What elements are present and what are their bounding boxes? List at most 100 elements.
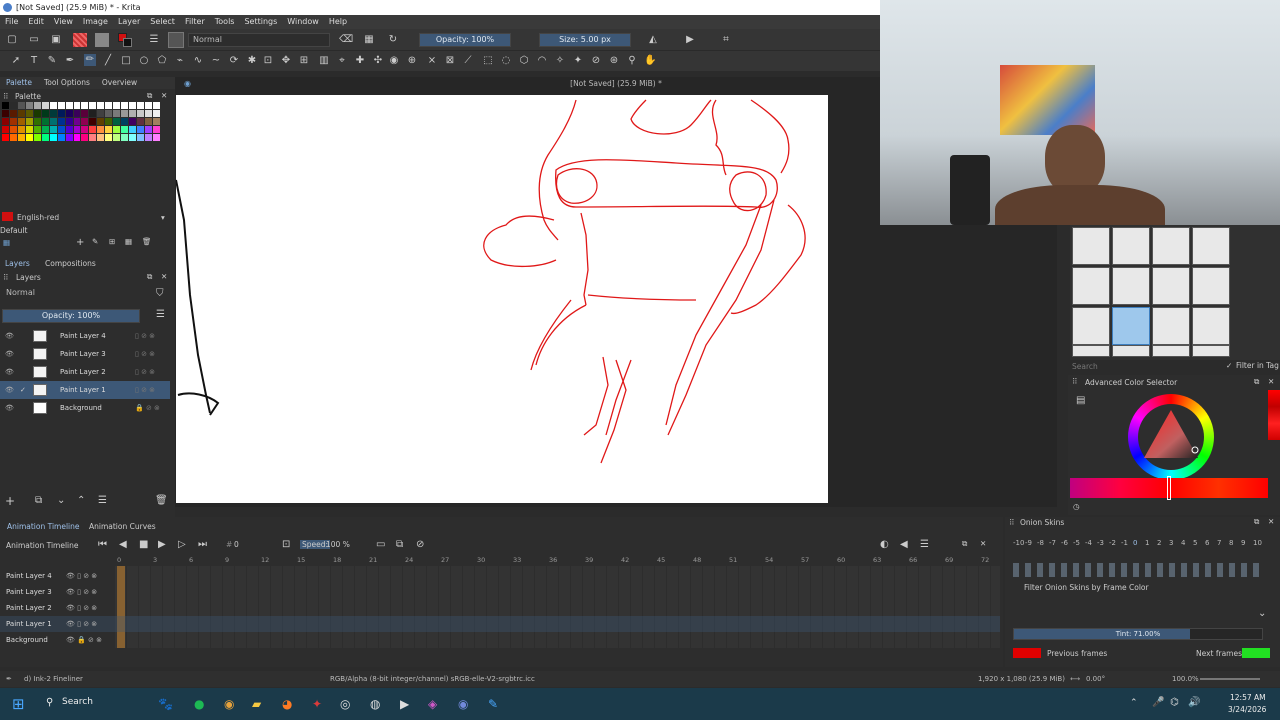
palette-swatch[interactable] [9, 102, 17, 109]
calligraphy-icon[interactable]: ✒ [64, 55, 76, 67]
palette-swatch[interactable] [105, 102, 113, 109]
line-tool-icon[interactable]: ╱ [102, 55, 114, 67]
palette-swatch[interactable] [137, 102, 145, 109]
frame-range-icon[interactable]: ⊡ [282, 539, 290, 550]
palette-swatch[interactable] [89, 126, 97, 133]
krita-taskbar-icon[interactable]: ◈ [428, 697, 437, 711]
menu-select[interactable]: Select [145, 15, 180, 29]
current-frame-field[interactable]: 0 [234, 540, 239, 549]
onion-frame-number[interactable]: 7 [1217, 539, 1221, 547]
brush-search-input[interactable]: Search [1072, 362, 1098, 371]
onion-frame-number[interactable]: 5 [1193, 539, 1197, 547]
palette-swatch[interactable] [57, 118, 65, 125]
tab-layers[interactable]: Layers [5, 259, 30, 268]
palette-swatch[interactable] [57, 134, 65, 141]
brush-preset-thumb[interactable] [1072, 227, 1110, 265]
palette-swatch[interactable] [25, 102, 33, 109]
menu-view[interactable]: View [49, 15, 78, 29]
layer-filter-icon[interactable]: ⛉ [156, 288, 164, 299]
taskbar-app-icon[interactable]: 🐾 [158, 697, 173, 711]
tab-tool-options[interactable]: Tool Options [38, 77, 96, 89]
palette-swatch[interactable] [17, 102, 25, 109]
onion-frame-number[interactable]: -6 [1061, 539, 1068, 547]
palette-swatch[interactable] [113, 110, 121, 117]
onion-frame-number[interactable]: 4 [1181, 539, 1185, 547]
menu-file[interactable]: File [0, 15, 23, 29]
color-selector-float-icon[interactable]: ⧉ [1254, 377, 1259, 387]
app-icon-blue[interactable]: ✎ [488, 697, 498, 711]
color-wheel[interactable] [1128, 394, 1214, 480]
taskbar-search-icon[interactable]: ⚲ [46, 697, 53, 708]
polygon-select-icon[interactable]: ⬡ [518, 55, 530, 67]
palette-swatch[interactable] [105, 126, 113, 133]
freehand-select-icon[interactable]: ◠ [536, 55, 548, 67]
auto-key-icon[interactable]: ⊘ [416, 539, 424, 550]
volume-icon[interactable]: ◀ [900, 539, 908, 550]
file-explorer-icon[interactable]: ▰ [252, 697, 261, 711]
layer-lock-icon[interactable]: ▯ ⊘ ⊗ [135, 327, 155, 345]
taskbar-search-label[interactable]: Search [62, 697, 93, 707]
edit-shapes-icon[interactable]: ✎ [46, 55, 58, 67]
bezier-select-icon[interactable]: ⊘ [590, 55, 602, 67]
layer-lock-icon[interactable]: ▯ ⊘ ⊗ [135, 363, 155, 381]
palette-swatch[interactable] [65, 102, 73, 109]
preserve-alpha-icon[interactable]: ▦ [363, 34, 375, 46]
layer-opacity-slider[interactable]: Opacity: 100% [2, 309, 140, 323]
zoom-tool-icon[interactable]: ⚲ [626, 55, 638, 67]
onion-frame-number[interactable]: -8 [1037, 539, 1044, 547]
palette-swatch[interactable] [81, 134, 89, 141]
visibility-eye-icon[interactable]: 👁 [5, 399, 14, 417]
mirror-horizontal-icon[interactable]: ◭ [647, 34, 659, 46]
menu-image[interactable]: Image [78, 15, 113, 29]
menu-layer[interactable]: Layer [113, 15, 145, 29]
palette-grid-icon[interactable]: ▦ [125, 237, 132, 246]
palette-swatch[interactable] [153, 102, 160, 109]
palette-swatch[interactable] [25, 126, 33, 133]
mirror-vertical-icon[interactable]: ▶ [684, 34, 696, 46]
palette-swatch[interactable] [73, 110, 81, 117]
palette-swatch[interactable] [153, 118, 160, 125]
new-document-icon[interactable]: ▢ [6, 34, 18, 46]
tray-mic-icon[interactable]: 🎤 [1152, 697, 1164, 708]
tab-animation-curves[interactable]: Animation Curves [89, 522, 156, 531]
palette-swatch[interactable] [145, 102, 153, 109]
palette-swatch[interactable] [65, 110, 73, 117]
brush-preset-thumb[interactable] [1152, 227, 1190, 265]
palette-swatch[interactable] [33, 126, 41, 133]
brush-preset-thumb[interactable] [1112, 345, 1150, 357]
palette-swatch[interactable] [113, 126, 121, 133]
delete-layer-icon[interactable]: 🗑 [155, 495, 168, 506]
palette-swatch[interactable] [89, 134, 97, 141]
background-color-swatch[interactable] [123, 38, 132, 47]
palette-name[interactable]: Default [0, 226, 27, 235]
layer-lock-icon[interactable]: ▯ ⊘ ⊗ [135, 381, 155, 399]
palette-swatch[interactable] [145, 118, 153, 125]
menu-window[interactable]: Window [282, 15, 324, 29]
clock-date[interactable]: 3/24/2026 [1228, 705, 1266, 714]
palette-swatch[interactable] [89, 102, 97, 109]
palette-chooser-icon[interactable]: ▦ [3, 238, 10, 247]
freehand-brush-icon[interactable]: ✏ [84, 54, 96, 66]
smart-patch-icon[interactable]: ✚ [354, 55, 366, 67]
palette-swatch[interactable] [121, 102, 129, 109]
onion-expand-icon[interactable]: ⌄ [1258, 608, 1266, 619]
open-document-icon[interactable]: ▭ [28, 34, 40, 46]
palette-swatch[interactable] [137, 118, 145, 125]
timeline-layer-eye-icon[interactable]: 👁 ▯ ⊘ ⊗ [66, 568, 97, 584]
firefox-icon[interactable]: ◕ [282, 697, 292, 711]
reference-tool-icon[interactable]: ⊠ [444, 55, 456, 67]
rotation-icon[interactable]: ⟷ [1070, 671, 1080, 687]
opacity-slider[interactable]: Opacity: 100% [419, 33, 511, 47]
palette-swatch[interactable] [65, 134, 73, 141]
onion-opacity-bars[interactable] [1013, 563, 1263, 577]
drop-frames-icon[interactable]: ▭ [376, 539, 385, 550]
layer-row[interactable]: 👁 Background 🔒 ⊘ ⊗ [0, 399, 170, 417]
palette-swatch[interactable] [105, 134, 113, 141]
onion-frame-number[interactable]: -4 [1085, 539, 1092, 547]
palette-swatch[interactable] [81, 118, 89, 125]
chrome-icon[interactable]: ◉ [224, 697, 234, 711]
onion-frame-number[interactable]: 9 [1241, 539, 1245, 547]
polygon-tool-icon[interactable]: ⬠ [156, 55, 168, 67]
measure-tool-icon[interactable]: ⨯ [426, 55, 438, 67]
layer-blend-mode-dropdown[interactable]: Normal [2, 287, 150, 301]
